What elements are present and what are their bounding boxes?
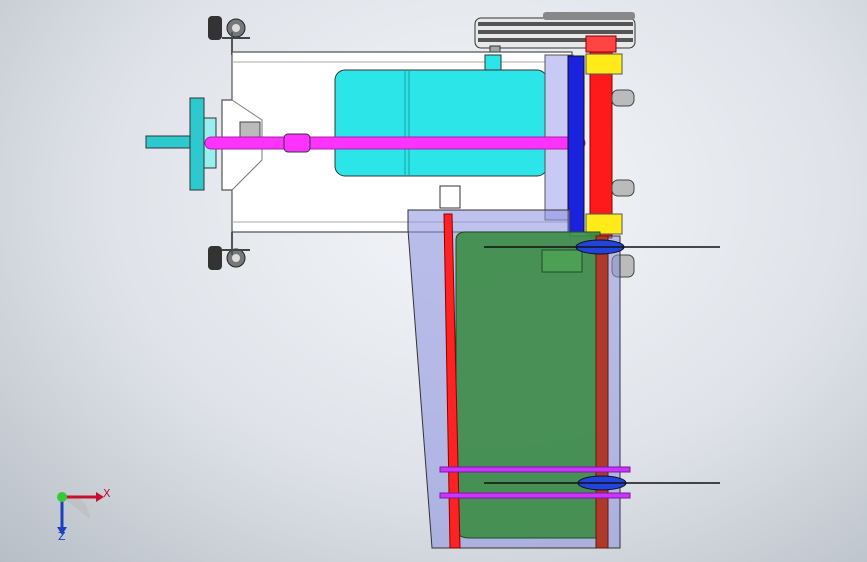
shaft <box>204 133 586 153</box>
cad-model-drawing[interactable] <box>0 0 867 562</box>
triad-origin <box>57 492 67 502</box>
rod-right <box>595 235 609 549</box>
x-axis-label: X <box>103 487 111 500</box>
cad-viewport[interactable]: X Z <box>0 0 867 562</box>
leveling-foot-top <box>208 16 250 55</box>
leveling-foot-bottom <box>208 232 250 270</box>
coordinate-triad <box>57 492 104 535</box>
drive-plate <box>567 55 585 233</box>
triad-shadow <box>62 496 90 519</box>
z-axis-label: Z <box>58 530 66 543</box>
tank <box>455 231 601 539</box>
